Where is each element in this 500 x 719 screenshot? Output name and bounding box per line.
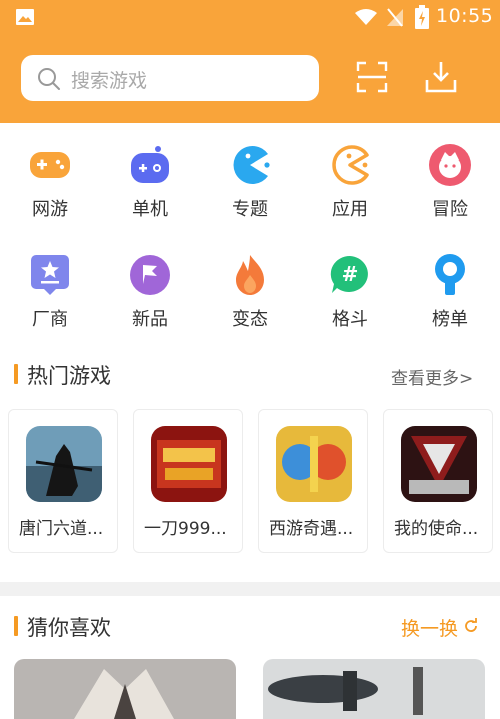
game-name: 一刀999... [144, 519, 227, 539]
category-label: 单机 [132, 199, 168, 220]
category-格斗[interactable]: # 格斗 [300, 253, 400, 363]
category-新品[interactable]: 新品 [100, 253, 200, 363]
game-card[interactable]: 一刀999... [133, 409, 243, 553]
recommend-banner[interactable] [263, 659, 485, 719]
category-label: 格斗 [332, 309, 368, 330]
section-accent-bar [14, 364, 18, 384]
game-card[interactable]: 唐门六道... [8, 409, 118, 553]
game-card[interactable]: 我的使命... [383, 409, 493, 553]
status-time: 10:55 [436, 5, 494, 27]
category-榜单[interactable]: 榜单 [400, 253, 500, 363]
game-thumbnail [26, 426, 102, 502]
category-label: 应用 [332, 199, 368, 220]
search-placeholder: 搜索游戏 [71, 70, 148, 92]
svg-text:#: # [342, 262, 359, 286]
section-divider [0, 582, 500, 596]
flag-icon [130, 255, 170, 295]
refresh-icon[interactable] [463, 618, 479, 634]
game-name: 西游奇遇... [269, 519, 354, 539]
search-input[interactable]: 搜索游戏 [21, 55, 319, 101]
category-网游[interactable]: 网游 [0, 143, 100, 253]
game-thumbnail [276, 426, 352, 502]
status-bar: 10:55 [0, 0, 500, 34]
guess-title: 猜你喜欢 [27, 616, 111, 640]
adventure-icon [429, 144, 471, 186]
category-label: 榜单 [432, 309, 468, 330]
category-label: 新品 [132, 309, 168, 330]
category-label: 厂商 [32, 309, 68, 330]
battery-charging-icon [415, 5, 429, 29]
category-变态[interactable]: 变态 [200, 253, 300, 363]
gallery-icon [16, 9, 34, 25]
category-单机[interactable]: 单机 [100, 143, 200, 253]
hot-games-title: 热门游戏 [27, 364, 111, 388]
category-专题[interactable]: 专题 [200, 143, 300, 253]
gamepad-icon [30, 152, 70, 178]
game-name: 我的使命... [394, 519, 479, 539]
category-label: 专题 [232, 199, 268, 220]
search-icon [38, 68, 60, 90]
scan-icon[interactable] [355, 60, 389, 94]
recommend-banner[interactable] [14, 659, 236, 719]
category-label: 网游 [32, 199, 68, 220]
view-more-link[interactable]: 查看更多> [391, 364, 473, 389]
pacman-icon [233, 146, 270, 184]
category-厂商[interactable]: 厂商 [0, 253, 100, 363]
category-应用[interactable]: 应用 [300, 143, 400, 253]
category-label: 冒险 [432, 199, 468, 220]
section-accent-bar [14, 616, 18, 636]
controller-icon [131, 146, 169, 183]
category-冒险[interactable]: 冒险 [400, 143, 500, 253]
game-name: 唐门六道... [19, 519, 104, 539]
wifi-icon [355, 9, 377, 25]
medal-icon [435, 254, 465, 295]
swap-button[interactable]: 换一换 [401, 614, 458, 641]
star-board-icon [31, 255, 69, 295]
no-signal-icon [387, 8, 403, 27]
category-label: 变态 [232, 309, 268, 330]
game-card[interactable]: 西游奇遇... [258, 409, 368, 553]
download-icon[interactable] [424, 60, 458, 94]
game-thumbnail [151, 426, 227, 502]
flame-icon [236, 255, 264, 295]
pacman-outline-icon [332, 145, 369, 185]
hash-chat-icon: # [330, 255, 368, 293]
game-thumbnail [401, 426, 477, 502]
